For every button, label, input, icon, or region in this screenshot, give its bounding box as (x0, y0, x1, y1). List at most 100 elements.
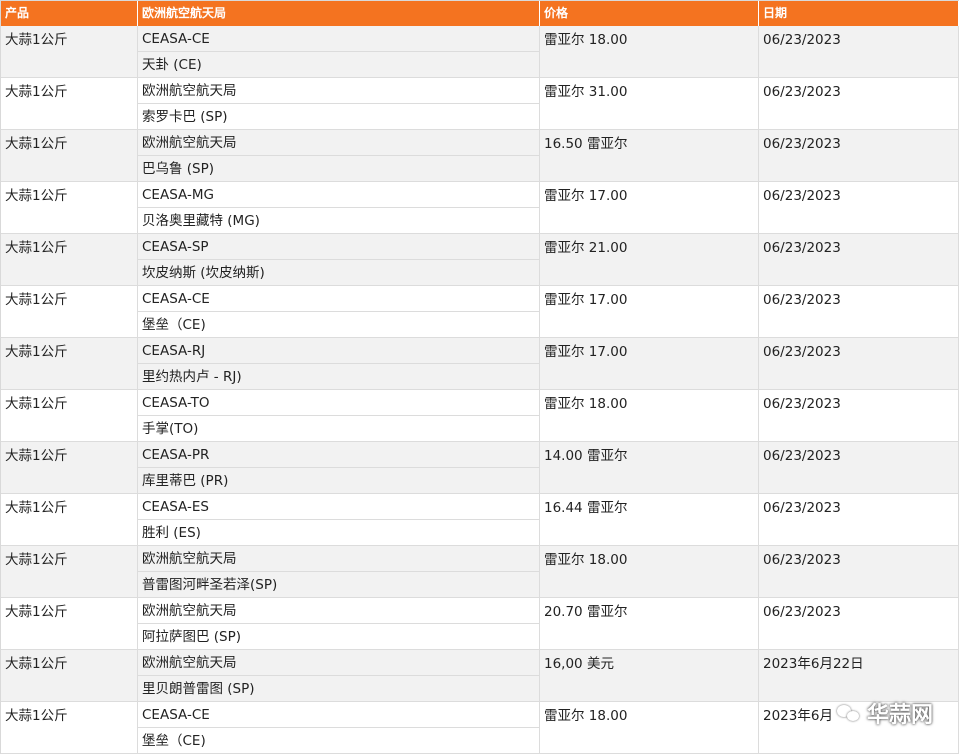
market-city: 普雷图河畔圣若泽(SP) (142, 577, 278, 593)
cell-product: 大蒜1公斤 (1, 286, 138, 337)
market-name: CEASA-CE (138, 286, 539, 312)
market-city: 手掌(TO) (142, 421, 199, 437)
cell-price: 雷亚尔 31.00 (540, 78, 759, 129)
table-row: 大蒜1公斤 CEASA-PR 库里蒂巴 (PR) 14.00 雷亚尔 06/23/202… (1, 442, 959, 494)
market-city: 胜利 (ES) (142, 525, 201, 541)
cell-date: 06/23/2023 (759, 598, 959, 649)
market-name: CEASA-SP (138, 234, 539, 260)
cell-market: 欧洲航空航天局阿拉萨图巴 (SP) (138, 598, 540, 649)
table-row: 大蒜1公斤 CEASA-CE 堡垒（CE) 雷亚尔 17.00 06/23/2023 (1, 286, 959, 338)
cell-date: 06/23/2023 (759, 338, 959, 389)
header-product: 产品 (1, 1, 138, 26)
market-city: 巴乌鲁 (SP) (142, 161, 215, 177)
cell-price: 雷亚尔 18.00 (540, 390, 759, 441)
cell-date: 06/23/2023 (759, 234, 959, 285)
market-city: 天卦 (CE) (142, 57, 202, 73)
cell-date: 06/23/2023 (759, 442, 959, 493)
cell-date: 06/23/2023 (759, 26, 959, 77)
market-name: 欧洲航空航天局 (138, 650, 539, 676)
cell-product: 大蒜1公斤 (1, 650, 138, 701)
table-row: 大蒜1公斤 CEASA-TO 手掌(TO) 雷亚尔 18.00 06/23/2023 (1, 390, 959, 442)
cell-market: CEASA-CE 堡垒（CE) (138, 286, 540, 337)
cell-market: 欧洲航空航天局索罗卡巴 (SP) (138, 78, 540, 129)
table-row: 大蒜1公斤 欧洲航空航天局巴乌鲁 (SP) 16.50 雷亚尔 06/23/2023 (1, 130, 959, 182)
cell-price: 雷亚尔 18.00 (540, 702, 759, 753)
header-date: 日期 (759, 1, 959, 26)
market-name: CEASA-CE (138, 702, 539, 728)
cell-product: 大蒜1公斤 (1, 78, 138, 129)
watermark: 华蒜网 (836, 697, 933, 729)
market-name: CEASA-TO (138, 390, 539, 416)
cell-market: CEASA-PR 库里蒂巴 (PR) (138, 442, 540, 493)
cell-market: CEASA-RJ 里约热内卢 - RJ) (138, 338, 540, 389)
cell-product: 大蒜1公斤 (1, 26, 138, 77)
cell-product: 大蒜1公斤 (1, 598, 138, 649)
market-city: 索罗卡巴 (SP) (142, 109, 228, 125)
cell-market: 欧洲航空航天局里贝朗普雷图 (SP) (138, 650, 540, 701)
market-name: CEASA-CE (138, 26, 539, 52)
table-row: 大蒜1公斤 CEASA-CE 堡垒（CE) 雷亚尔 18.00 2023年6月 (1, 702, 959, 754)
cell-product: 大蒜1公斤 (1, 390, 138, 441)
cell-price: 16.50 雷亚尔 (540, 130, 759, 181)
cell-market: CEASA-CE 堡垒（CE) (138, 702, 540, 753)
cell-date: 06/23/2023 (759, 130, 959, 181)
table-row: 大蒜1公斤 CEASA-CE 天卦 (CE) 雷亚尔 18.00 06/23/2023 (1, 26, 959, 78)
table-row: 大蒜1公斤 CEASA-SP 坎皮纳斯 (坎皮纳斯) 雷亚尔 21.00 06/23/2… (1, 234, 959, 286)
market-name: 欧洲航空航天局 (138, 78, 539, 104)
cell-market: CEASA-ES 胜利 (ES) (138, 494, 540, 545)
cell-price: 20.70 雷亚尔 (540, 598, 759, 649)
cell-market: CEASA-CE 天卦 (CE) (138, 26, 540, 77)
cell-product: 大蒜1公斤 (1, 130, 138, 181)
cell-date: 06/23/2023 (759, 286, 959, 337)
cell-price: 16,00 美元 (540, 650, 759, 701)
cell-market: CEASA-SP 坎皮纳斯 (坎皮纳斯) (138, 234, 540, 285)
cell-product: 大蒜1公斤 (1, 338, 138, 389)
watermark-text: 华蒜网 (866, 703, 933, 728)
cell-date: 06/23/2023 (759, 390, 959, 441)
header-price: 价格 (540, 1, 759, 26)
table-body: 大蒜1公斤 CEASA-CE 天卦 (CE) 雷亚尔 18.00 06/23/2023 大… (1, 26, 959, 754)
table-row: 大蒜1公斤 CEASA-RJ 里约热内卢 - RJ) 雷亚尔 17.00 06/23/2… (1, 338, 959, 390)
cell-product: 大蒜1公斤 (1, 182, 138, 233)
cell-market: 欧洲航空航天局普雷图河畔圣若泽(SP) (138, 546, 540, 597)
cell-product: 大蒜1公斤 (1, 494, 138, 545)
market-name: CEASA-PR (138, 442, 539, 468)
market-name: CEASA-RJ (138, 338, 539, 364)
market-city: 里约热内卢 - RJ) (142, 369, 242, 385)
cell-price: 雷亚尔 21.00 (540, 234, 759, 285)
cell-price: 雷亚尔 18.00 (540, 26, 759, 77)
market-city: 堡垒（CE) (142, 317, 206, 333)
market-name: 欧洲航空航天局 (138, 130, 539, 156)
cell-date: 06/23/2023 (759, 78, 959, 129)
market-name: 欧洲航空航天局 (138, 546, 539, 572)
market-city: 里贝朗普雷图 (SP) (142, 681, 255, 697)
price-table: 产品 欧洲航空航天局 价格 日期 大蒜1公斤 CEASA-CE 天卦 (CE) 雷亚尔… (0, 0, 959, 754)
cell-product: 大蒜1公斤 (1, 234, 138, 285)
cell-product: 大蒜1公斤 (1, 702, 138, 753)
market-name: 欧洲航空航天局 (138, 598, 539, 624)
cell-price: 雷亚尔 17.00 (540, 338, 759, 389)
cell-product: 大蒜1公斤 (1, 546, 138, 597)
table-row: 大蒜1公斤 欧洲航空航天局 普雷图河畔圣若泽(SP) 雷亚尔 18.00 06/23/2… (1, 546, 959, 598)
cell-date: 06/23/2023 (759, 494, 959, 545)
market-city: 贝洛奥里藏特 (MG) (142, 213, 260, 229)
market-city: 库里蒂巴 (PR) (142, 473, 229, 489)
cell-price: 雷亚尔 18.00 (540, 546, 759, 597)
market-name: CEASA-ES (138, 494, 539, 520)
market-name: CEASA-MG (138, 182, 539, 208)
cell-market: CEASA-MG 贝洛奥里藏特 (MG) (138, 182, 540, 233)
table-row: 大蒜1公斤 CEASA-ES 胜利 (ES) 16.44 雷亚尔 06/23/2023 (1, 494, 959, 546)
table-row: 大蒜1公斤 欧洲航空航天局 里贝朗普雷图 (SP) 16,00 美元 2023年6月22… (1, 650, 959, 702)
table-header: 产品 欧洲航空航天局 价格 日期 (1, 1, 959, 26)
market-city: 阿拉萨图巴 (SP) (142, 629, 242, 645)
table-row: 大蒜1公斤 欧洲航空航天局 索罗卡巴 (SP) 雷亚尔 31.00 06/23/2023 (1, 78, 959, 130)
table-row: 大蒜1公斤 CEASA-MG 贝洛奥里藏特 (MG) 雷亚尔 17.00 06/23/2… (1, 182, 959, 234)
cell-date: 2023年6月22日 (759, 650, 959, 701)
cell-market: CEASA-TO 手掌(TO) (138, 390, 540, 441)
market-city: 堡垒（CE) (142, 733, 206, 749)
header-market: 欧洲航空航天局 (138, 1, 540, 26)
cell-price: 雷亚尔 17.00 (540, 286, 759, 337)
cell-price: 16.44 雷亚尔 (540, 494, 759, 545)
cell-price: 雷亚尔 17.00 (540, 182, 759, 233)
wechat-icon (836, 703, 861, 723)
